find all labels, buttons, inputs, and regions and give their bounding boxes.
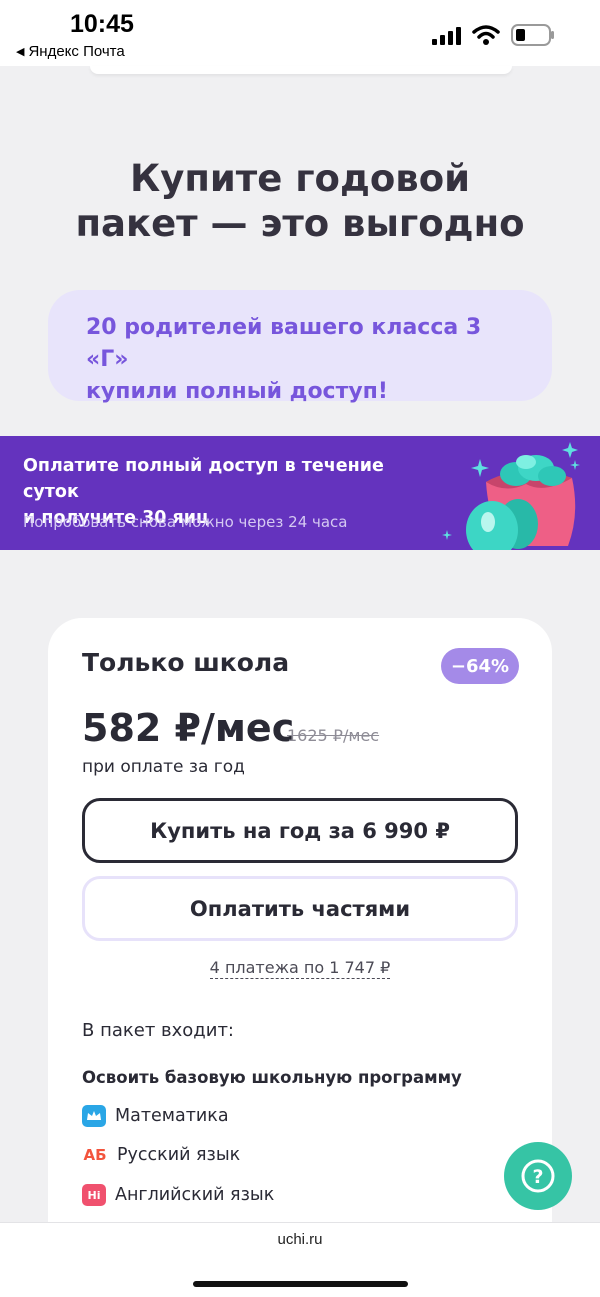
wifi-icon <box>472 25 500 45</box>
status-time: 10:45 <box>70 10 134 38</box>
crown-icon <box>82 1105 106 1127</box>
plan-title: Только школа <box>82 648 290 677</box>
installments-details-link[interactable]: 4 платежа по 1 747 ₽ <box>209 958 391 979</box>
program-title: Освоить базовую школьную программу <box>82 1068 462 1087</box>
back-arrow-icon: ◀ <box>16 46 25 58</box>
page-title: Купите годовой пакет — это выгодно <box>0 156 600 246</box>
browser-bottom-bar: uchi.ru <box>0 1222 600 1297</box>
status-bar: 10:45 ◀ Яндекс Почта <box>0 0 600 66</box>
subject-item-english: Hi Английский язык <box>82 1182 274 1208</box>
egg-bag-illustration <box>442 442 580 550</box>
parents-info-line-2: купили полный доступ! <box>86 379 388 404</box>
subject-item-russian: АБ Русский язык <box>82 1142 240 1168</box>
battery-icon <box>511 24 554 46</box>
installments-details: 4 платежа по 1 747 ₽ <box>48 958 552 979</box>
monthly-price: 582 ₽/мес <box>82 706 295 750</box>
site-domain[interactable]: uchi.ru <box>0 1231 600 1248</box>
back-app-label: Яндекс Почта <box>28 43 125 60</box>
promo-title-line-1: Оплатите полный доступ в течение суток <box>23 456 384 502</box>
subject-label: Математика <box>115 1106 229 1126</box>
class-parents-info: 20 родителей вашего класса 3 «Г» купили … <box>48 290 552 404</box>
promo-note: Попробовать снова можно через 24 часа <box>23 513 348 531</box>
signal-icon <box>432 27 461 45</box>
help-button[interactable]: ? <box>504 1142 572 1210</box>
subject-item-math: Математика <box>82 1103 229 1129</box>
home-indicator[interactable] <box>193 1281 408 1287</box>
back-to-app-link[interactable]: ◀ Яндекс Почта <box>16 43 125 60</box>
subject-label: Русский язык <box>117 1145 241 1165</box>
plan-card: Только школа −64% 582 ₽/мес 1625 ₽/мес п… <box>48 618 552 1258</box>
page-title-line-2: пакет — это выгодно <box>75 202 525 245</box>
ab-icon: АБ <box>83 1146 107 1164</box>
promo-banner: Оплатите полный доступ в течение суток и… <box>0 436 600 550</box>
parents-info-line-1: 20 родителей вашего класса 3 «Г» <box>86 315 482 372</box>
buy-year-button[interactable]: Купить на год за 6 990 ₽ <box>82 798 518 863</box>
previous-card-edge <box>90 66 512 74</box>
question-icon: ? <box>521 1159 555 1193</box>
package-includes-label: В пакет входит: <box>82 1020 234 1041</box>
help-symbol: ? <box>532 1166 543 1188</box>
hi-icon: Hi <box>82 1184 106 1206</box>
page-title-line-1: Купите годовой <box>129 157 471 200</box>
subject-label: Английский язык <box>115 1185 275 1205</box>
discount-badge: −64% <box>441 648 519 684</box>
old-price: 1625 ₽/мес <box>287 726 380 745</box>
pay-in-installments-button[interactable]: Оплатить частями <box>82 876 518 941</box>
price-note: при оплате за год <box>82 757 245 777</box>
